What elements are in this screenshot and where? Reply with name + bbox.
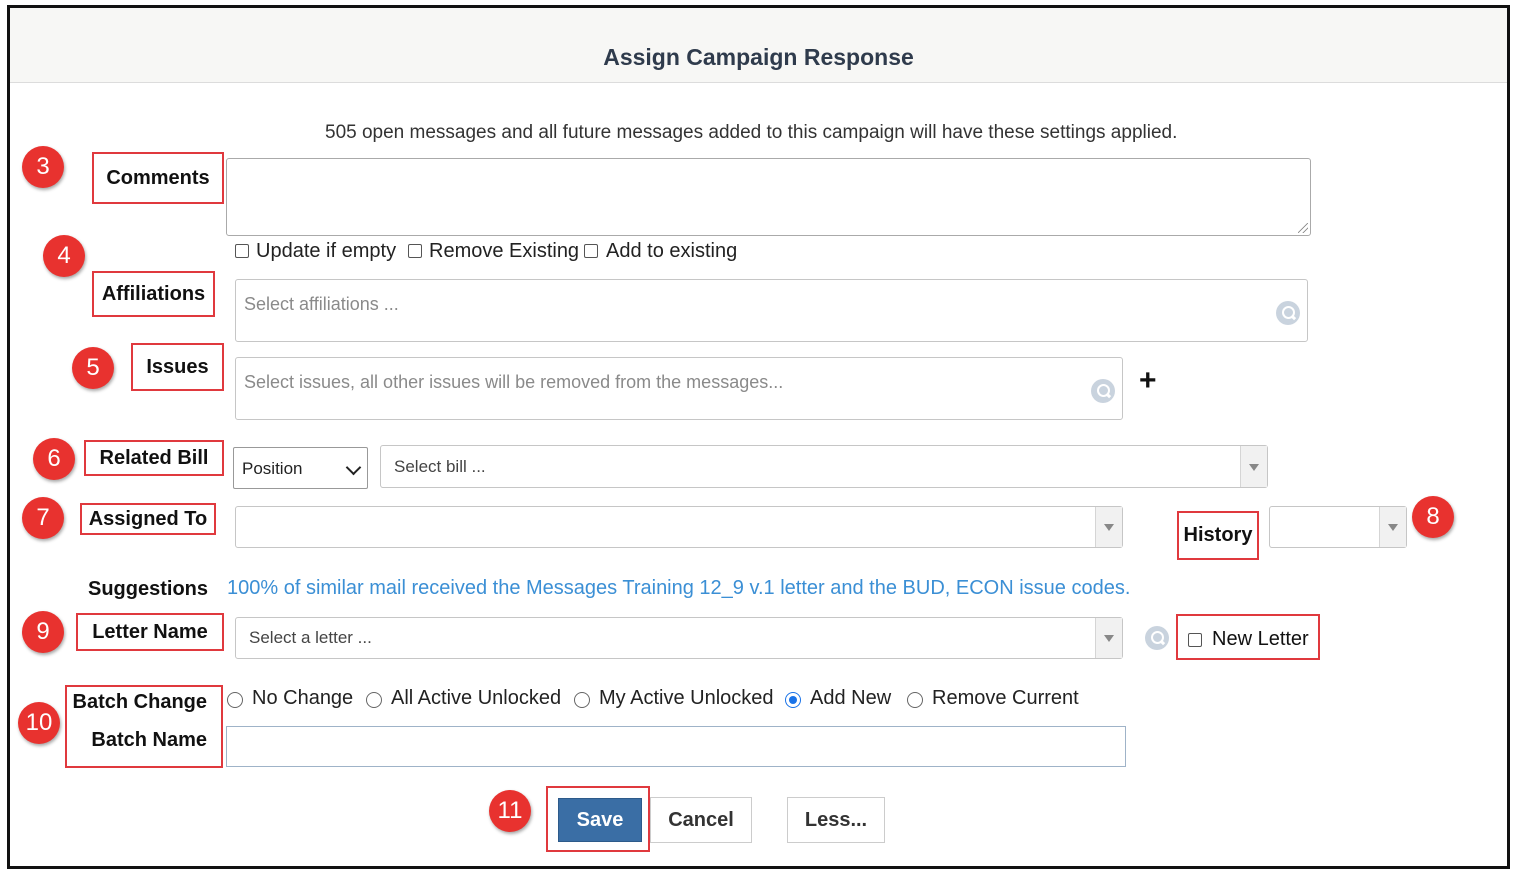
letter-name-label: Letter Name [76,613,224,651]
suggestions-label: Suggestions [88,578,209,600]
issues-label: Issues [131,343,224,391]
dialog-header: Assign Campaign Response [10,8,1507,83]
assigned-to-label: Assigned To [80,503,216,535]
save-highlight-box: Save [546,786,650,852]
callout-6: 6 [33,438,75,480]
less-button[interactable]: Less... [787,797,885,843]
remove-existing-checkbox[interactable] [408,244,422,258]
dropdown-arrow-icon[interactable] [1095,507,1122,547]
affiliations-placeholder: Select affiliations ... [244,294,399,314]
comments-label: Comments [92,152,224,204]
batch-radio-my-active-unlocked[interactable] [574,692,590,708]
new-letter-checkbox[interactable] [1188,633,1202,647]
position-select-value: Position [242,459,303,478]
affiliations-select[interactable]: Select affiliations ... [235,279,1308,342]
bill-placeholder: Select bill ... [394,457,486,476]
assigned-to-select[interactable] [235,506,1123,548]
cancel-button[interactable]: Cancel [650,797,752,843]
callout-9: 9 [22,611,64,653]
batch-option-label: Remove Current [932,687,1079,709]
callout-5: 5 [72,347,114,389]
batch-option-label: My Active Unlocked [599,687,774,709]
related-bill-label: Related Bill [84,440,224,476]
batch-name-label: Batch Name [91,729,207,751]
suggestions-text: 100% of similar mail received the Messag… [227,577,1131,599]
issues-placeholder: Select issues, all other issues will be … [244,372,784,392]
issues-select[interactable]: Select issues, all other issues will be … [235,357,1123,420]
add-to-existing-label: Add to existing [606,240,738,262]
batch-option-label: Add New [810,687,892,709]
dialog-title: Assign Campaign Response [603,44,914,70]
position-select[interactable]: Position [233,447,368,489]
search-icon[interactable] [1091,379,1115,403]
letter-search-icon[interactable] [1145,626,1169,650]
callout-11: 11 [489,790,531,832]
affiliations-label: Affiliations [92,271,215,317]
dropdown-arrow-icon[interactable] [1240,446,1267,487]
new-letter-box: New Letter [1176,614,1320,660]
history-label: History [1177,511,1259,560]
dropdown-arrow-icon[interactable] [1095,618,1122,658]
callout-3: 3 [22,146,64,188]
batch-radio-all-active-unlocked[interactable] [366,692,382,708]
callout-4: 4 [43,235,85,277]
callout-10: 10 [18,702,60,744]
batch-radio-no-change[interactable] [227,692,243,708]
batch-labels-box: Batch Change Batch Name [65,685,223,768]
batch-option-label: All Active Unlocked [391,687,562,709]
comments-textarea[interactable] [226,158,1311,236]
batch-change-label: Batch Change [72,691,207,713]
letter-select[interactable]: Select a letter ... [235,617,1123,659]
add-issue-plus-icon[interactable]: + [1139,364,1157,398]
callout-8: 8 [1412,496,1454,538]
info-text: 505 open messages and all future message… [325,122,1178,143]
callout-7: 7 [22,497,64,539]
batch-name-input[interactable] [226,726,1126,767]
history-select[interactable] [1269,506,1407,548]
bill-select[interactable]: Select bill ... [380,445,1268,488]
remove-existing-label: Remove Existing [429,240,580,262]
search-icon[interactable] [1276,301,1300,325]
save-button[interactable]: Save [558,798,642,842]
letter-placeholder: Select a letter ... [249,628,372,647]
dropdown-arrow-icon[interactable] [1379,507,1406,547]
update-if-empty-label: Update if empty [256,240,397,262]
batch-option-label: No Change [252,687,354,709]
new-letter-label: New Letter [1212,628,1309,650]
add-to-existing-checkbox[interactable] [584,244,598,258]
update-if-empty-checkbox[interactable] [235,244,249,258]
batch-radio-remove-current[interactable] [907,692,923,708]
resize-grip-icon[interactable] [1298,223,1308,233]
batch-radio-add-new[interactable] [785,692,801,708]
chevron-down-icon [345,459,362,476]
